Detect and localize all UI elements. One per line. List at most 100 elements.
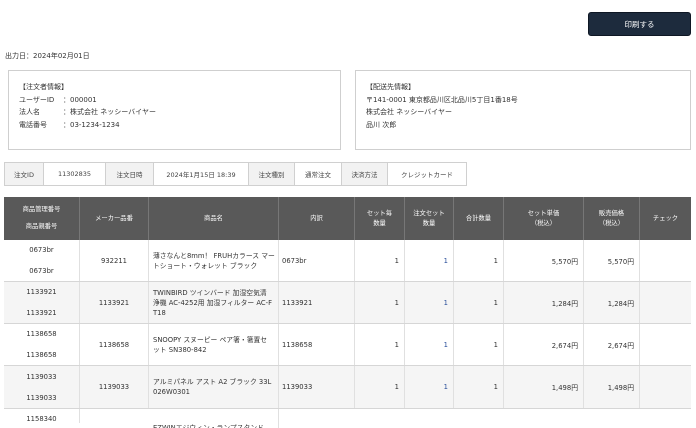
cell-order-set-qty[interactable]: 1 (405, 282, 454, 323)
header-total-qty: 合計数量 (454, 197, 504, 240)
header-set-price: セット単価 （税込） (504, 197, 584, 240)
orderer-company-row: 法人名 ：株式会社 ネッシーバイヤー (19, 106, 330, 119)
order-items-table: 商品管理番号 商品親番号 メーカー品番 商品名 内訳 セット毎 数量 注文セット… (4, 197, 691, 428)
payment-method-value: クレジットカード (401, 171, 453, 179)
output-date: 出力日：2024年02月01日 (5, 52, 90, 60)
cell-maker-code: 1138658 (80, 324, 149, 365)
orderer-phone-label: 電話番号 (19, 120, 47, 129)
header-maker-code: メーカー品番 (80, 197, 149, 240)
cell-order-set-qty[interactable]: 1 (405, 324, 454, 365)
header-set-qty-line1: セット毎 (366, 209, 393, 217)
header-sale-price-line1: 販売価格 (598, 209, 625, 217)
cell-product-name: アルミパネル アスト A2 ブラック 33L 026W0301 (149, 366, 279, 408)
cell-product-mgmt: 1158340 (4, 409, 80, 423)
cell-order-set-qty[interactable]: 1 (405, 240, 454, 281)
cell-set-price: 2,674円 (504, 324, 584, 365)
cell-check[interactable] (640, 240, 691, 281)
header-set-qty: セット毎 数量 (355, 197, 405, 240)
table-row: 0673br 0673br 932211 薄さなんと8mm！ FRUHカラース … (4, 240, 691, 282)
cell-set-qty: 1 (355, 240, 405, 281)
orderer-user-id-value: ：000001 (63, 95, 97, 104)
cell-total-qty: 1 (454, 366, 504, 408)
cell-product-name: 薄さなんと8mm！ FRUHカラース マートショート・ウォレット ブラック (149, 240, 279, 281)
cell-sale-price: 5,570円 (584, 240, 640, 281)
cell-product-name: EZWINエジウィン・ランプスタンド (149, 409, 279, 428)
header-set-qty-line2: 数量 (373, 219, 386, 227)
cell-product-mgmt: 1133921 (26, 288, 57, 297)
cell-product-ids: 0673br 0673br (4, 240, 80, 281)
cell-maker-code: 1133921 (80, 282, 149, 323)
order-info-strip: 注文ID 11302835 注文日時 2024年1月15日 18:39 注文種別… (4, 162, 467, 186)
header-product-name: 商品名 (149, 197, 279, 240)
cell-set-price: 1,284円 (504, 282, 584, 323)
header-set-price-line1: セット単価 (527, 209, 560, 217)
cell-product-parent: 0673br (29, 266, 54, 275)
cell-product-name: TWINBIRD ツインバード 加湿空気清 浄機 AC-4252用 加湿フィルタ… (149, 282, 279, 323)
orderer-company-value: ：株式会社 ネッシーバイヤー (63, 108, 156, 116)
order-date-value: 2024年1月15日 18:39 (154, 163, 249, 185)
cell-total-qty: 1 (454, 240, 504, 281)
header-product-mgmt: 商品管理番号 (22, 206, 61, 214)
cell-sale-price: 1,498円 (584, 366, 640, 408)
shipping-company: 株式会社 ネッシーバイヤー (366, 108, 452, 116)
cell-product-mgmt: 1139033 (26, 372, 57, 381)
cell-set-qty: 1 (355, 324, 405, 365)
orderer-phone-value: ：03-1234-1234 (63, 120, 120, 129)
cell-product-name: SNOOPY スヌーピー ペア箸・箸置セ ット SN380-842 (149, 324, 279, 365)
cell-product-ids: 1138658 1138658 (4, 324, 80, 365)
cell-sale-price: 1,284円 (584, 282, 640, 323)
shipping-info-box: 【配送先情報】 〒141-0001 東京都品川区北品川5丁目1番18号 株式会社… (355, 70, 691, 150)
header-product-ids: 商品管理番号 商品親番号 (4, 197, 80, 240)
header-order-set-qty: 注文セット 数量 (405, 197, 454, 240)
order-type-label: 注文種別 (249, 163, 295, 185)
cell-detail: 1133921 (279, 282, 355, 323)
orderer-info-box: 【注文者情報】 ユーザーID ：000001 法人名 ：株式会社 ネッシーバイヤ… (8, 70, 341, 150)
cell-maker-code: 1139033 (80, 366, 149, 408)
header-sale-price-line2: （税込） (598, 219, 625, 227)
orderer-company-label: 法人名 (19, 108, 40, 116)
shipping-info-title: 【配送先情報】 (366, 83, 415, 91)
cell-check[interactable] (640, 324, 691, 365)
cell-detail: 1138658 (279, 324, 355, 365)
orderer-phone-row: 電話番号 ：03-1234-1234 (19, 119, 330, 132)
orderer-user-id-row: ユーザーID ：000001 (19, 94, 330, 107)
print-button[interactable]: 印刷する (588, 12, 691, 36)
cell-maker-code: 932211 (80, 240, 149, 281)
orderer-info-title: 【注文者情報】 (19, 83, 68, 91)
cell-product-mgmt: 0673br (29, 246, 54, 255)
table-header: 商品管理番号 商品親番号 メーカー品番 商品名 内訳 セット毎 数量 注文セット… (4, 197, 691, 240)
payment-method-label: 決済方法 (342, 163, 388, 185)
header-detail: 内訳 (279, 197, 355, 240)
header-product-parent: 商品親番号 (25, 222, 58, 230)
shipping-address: 〒141-0001 東京都品川区北品川5丁目1番18号 (366, 95, 518, 104)
shipping-recipient: 品川 次郎 (366, 120, 397, 129)
cell-order-set-qty[interactable]: 1 (405, 366, 454, 408)
cell-detail: 1139033 (279, 366, 355, 408)
header-order-set-qty-line1: 注文セット (413, 209, 445, 217)
header-check: チェック (652, 214, 679, 222)
cell-total-qty: 1 (454, 282, 504, 323)
header-sale-price: 販売価格 （税込） (584, 197, 640, 240)
order-date-label: 注文日時 (106, 163, 154, 185)
cell-product-ids: 1139033 1139033 (4, 366, 80, 408)
cell-set-qty: 1 (355, 366, 405, 408)
order-id-label: 注文ID (5, 163, 44, 185)
cell-check[interactable] (640, 366, 691, 408)
orderer-user-id-label: ユーザーID (19, 95, 55, 104)
cell-product-ids: 1133921 1133921 (4, 282, 80, 323)
table-row: 1139033 1139033 1139033 アルミパネル アスト A2 ブラ… (4, 366, 691, 409)
table-row: 1158340 EZWINエジウィン・ランプスタンド (4, 409, 691, 428)
order-id-value: 11302835 (44, 163, 106, 185)
table-row: 1138658 1138658 1138658 SNOOPY スヌーピー ペア箸… (4, 324, 691, 366)
cell-check[interactable] (640, 282, 691, 323)
order-type-value: 通常注文 (295, 163, 342, 185)
cell-total-qty: 1 (454, 324, 504, 365)
cell-set-price: 5,570円 (504, 240, 584, 281)
header-set-price-line2: （税込） (530, 219, 557, 227)
cell-product-parent: 1133921 (26, 308, 57, 317)
cell-sale-price: 2,674円 (584, 324, 640, 365)
cell-product-parent: 1138658 (26, 350, 57, 359)
cell-product-mgmt: 1138658 (26, 330, 57, 339)
cell-detail: 0673br (279, 240, 355, 281)
cell-set-price: 1,498円 (504, 366, 584, 408)
